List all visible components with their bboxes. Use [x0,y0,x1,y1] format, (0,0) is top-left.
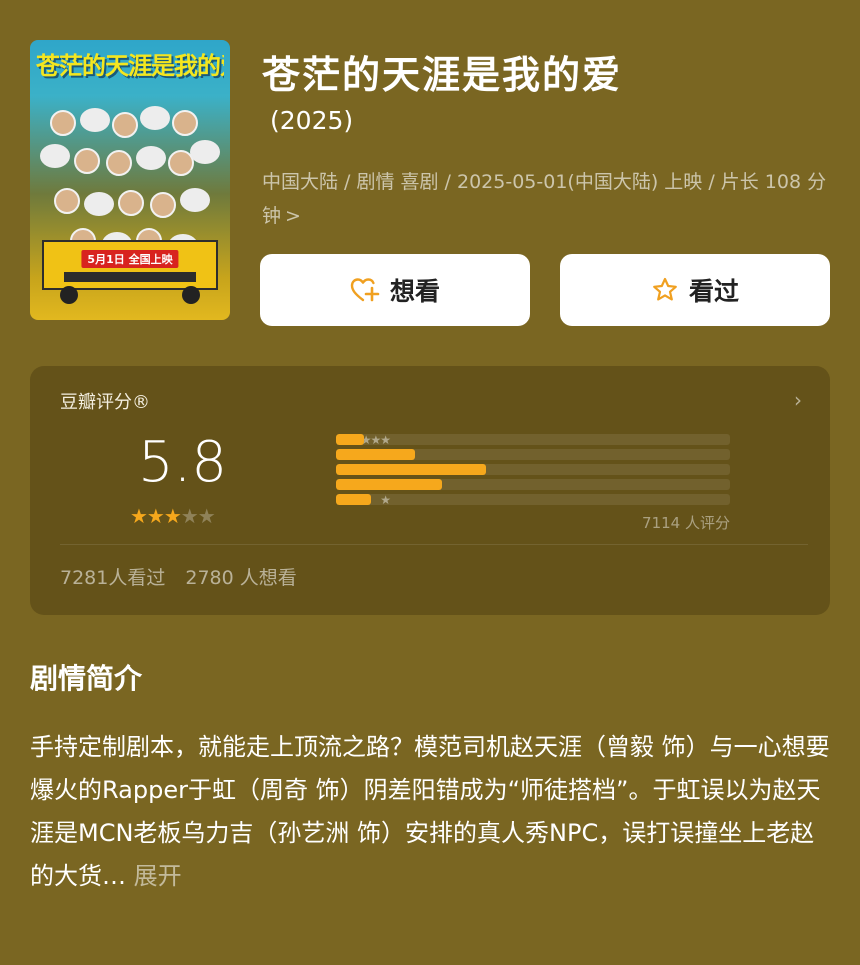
rating-distribution-row: ★★ [30,477,830,493]
rating-distribution-bar [336,434,364,445]
poster-release-banner: 5月1日 全国上映 [81,250,179,268]
rating-distribution-track [336,479,730,490]
heart-plus-icon [350,276,380,304]
rating-distribution-bar [336,449,415,460]
rating-distribution-bar [336,464,486,475]
poster-wheel [60,286,78,304]
rating-count: 7114 人评分 [642,514,730,532]
rating-distribution-track [336,434,730,445]
divider [60,544,808,545]
audience-stats: 7281人看过 2780 人想看 [60,563,297,590]
poster-title: 苍茫的天涯是我的爱 [36,52,224,80]
want-count: 2780 人想看 [185,567,297,589]
expand-link[interactable]: 展开 [134,862,182,890]
poster-bus-art: 5月1日 全国上映 [42,240,218,290]
movie-title: 苍茫的天涯是我的爱 [262,53,623,97]
chevron-right-icon[interactable]: › [794,388,802,412]
watched-button[interactable]: 看过 [560,254,830,326]
watched-label: 看过 [688,277,739,306]
synopsis-heading: 剧情简介 [30,662,143,695]
rating-distribution-row: ★ [30,492,830,508]
rating-distribution-row: ★★★★ [30,447,830,463]
movie-year: (2025) [270,106,354,135]
movie-poster[interactable]: 苍茫的天涯是我的爱 5月1日 全国上映 [30,40,230,320]
synopsis-text: 手持定制剧本，就能走上顶流之路？模范司机赵天涯（曾毅 饰）与一心想要爆火的Rap… [30,726,830,898]
rating-distribution-bar [336,494,372,505]
poster-wheel [182,286,200,304]
want-to-watch-button[interactable]: 想看 [260,254,530,326]
star-outline-icon [651,276,679,304]
rating-distribution-row: ★★★★★ [30,432,830,448]
rating-distribution-track [336,464,730,475]
chevron-right-icon: > [285,205,301,227]
rating-distribution-track [336,494,730,505]
rating-source-label: 豆瓣评分® [60,392,150,413]
rating-distribution-bar [336,479,443,490]
rating-distribution-row: ★★★ [30,462,830,478]
movie-meta-text: 中国大陆 / 剧情 喜剧 / 2025-05-01(中国大陆) 上映 / 片长 … [262,171,827,227]
want-to-watch-label: 想看 [389,277,440,306]
movie-meta-link[interactable]: 中国大陆 / 剧情 喜剧 / 2025-05-01(中国大陆) 上映 / 片长 … [262,165,842,233]
rating-distribution-track [336,449,730,460]
rating-card[interactable]: 豆瓣评分® › 5.8 ★★★★★ ★★★★★★★★★★★★★★★ 7114 人… [30,366,830,615]
seen-count: 7281人看过 [60,567,166,589]
